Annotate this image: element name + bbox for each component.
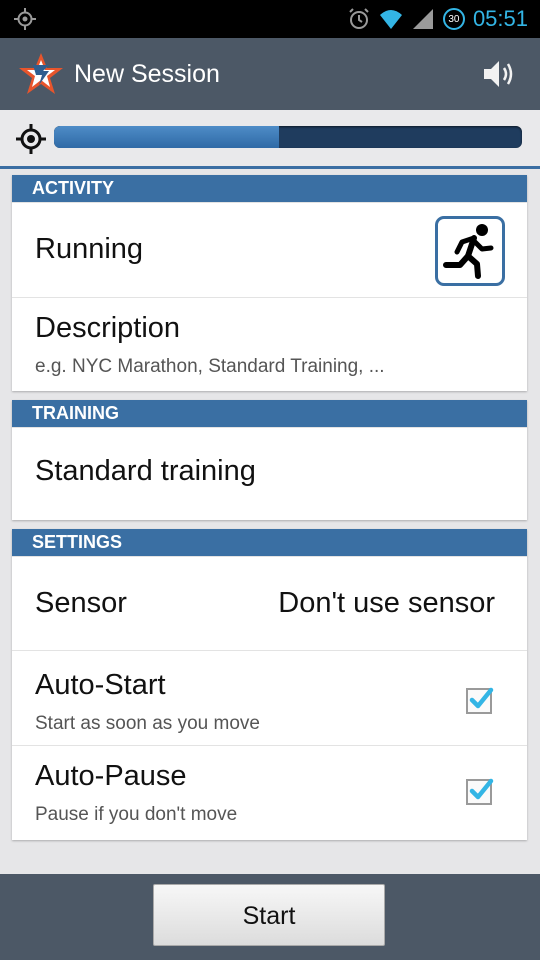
activity-header: ACTIVITY xyxy=(12,175,527,202)
auto-pause-checkbox[interactable] xyxy=(466,778,494,805)
auto-pause-row[interactable]: Auto-Pause Pause if you don't move xyxy=(12,745,527,840)
sensor-value: Don't use sensor xyxy=(278,587,495,619)
wifi-icon xyxy=(379,10,402,29)
checkmark-icon xyxy=(469,778,494,800)
gps-signal-fill xyxy=(54,126,279,148)
gps-signal-track xyxy=(54,126,522,148)
running-icon[interactable] xyxy=(435,216,505,286)
description-placeholder: e.g. NYC Marathon, Standard Training, ..… xyxy=(35,356,385,377)
gps-status-icon xyxy=(14,8,36,30)
gps-signal-bar xyxy=(0,110,540,169)
training-value: Standard training xyxy=(35,455,256,487)
battery-icon: 30 xyxy=(442,8,465,30)
sport-row[interactable]: Running xyxy=(12,202,527,297)
star-logo-icon[interactable] xyxy=(18,51,64,97)
start-button[interactable]: Start xyxy=(153,884,385,946)
alarm-icon xyxy=(349,8,369,29)
cell-signal-icon xyxy=(412,9,433,29)
sensor-row[interactable]: Sensor Don't use sensor xyxy=(12,556,527,650)
training-header: TRAINING xyxy=(12,400,527,427)
speaker-icon[interactable] xyxy=(480,56,518,92)
training-row[interactable]: Standard training xyxy=(12,427,527,521)
auto-start-description: Start as soon as you move xyxy=(35,713,260,734)
sport-label: Running xyxy=(35,233,144,265)
checkmark-icon xyxy=(469,687,494,709)
description-row[interactable]: Description e.g. NYC Marathon, Standard … xyxy=(12,297,527,392)
action-bar: New Session xyxy=(0,38,540,110)
status-bar: 30 05:51 xyxy=(0,0,540,38)
screen-title: New Session xyxy=(74,60,220,88)
bottom-bar: Start xyxy=(0,874,540,960)
activity-card: ACTIVITY Running Description e.g. NYC Ma… xyxy=(12,175,527,391)
sensor-label: Sensor xyxy=(35,587,127,619)
auto-pause-description: Pause if you don't move xyxy=(35,804,238,825)
auto-start-row[interactable]: Auto-Start Start as soon as you move xyxy=(12,650,527,745)
gps-target-icon xyxy=(16,124,46,154)
description-label: Description xyxy=(35,312,181,344)
clock: 05:51 xyxy=(472,6,528,31)
auto-start-label: Auto-Start xyxy=(35,669,166,701)
battery-level: 30 xyxy=(448,13,460,25)
training-card: TRAINING Standard training xyxy=(12,400,527,520)
auto-start-checkbox[interactable] xyxy=(466,687,494,714)
settings-card: SETTINGS Sensor Don't use sensor Auto-St… xyxy=(12,529,527,840)
auto-pause-label: Auto-Pause xyxy=(35,760,187,792)
settings-header: SETTINGS xyxy=(12,529,527,556)
